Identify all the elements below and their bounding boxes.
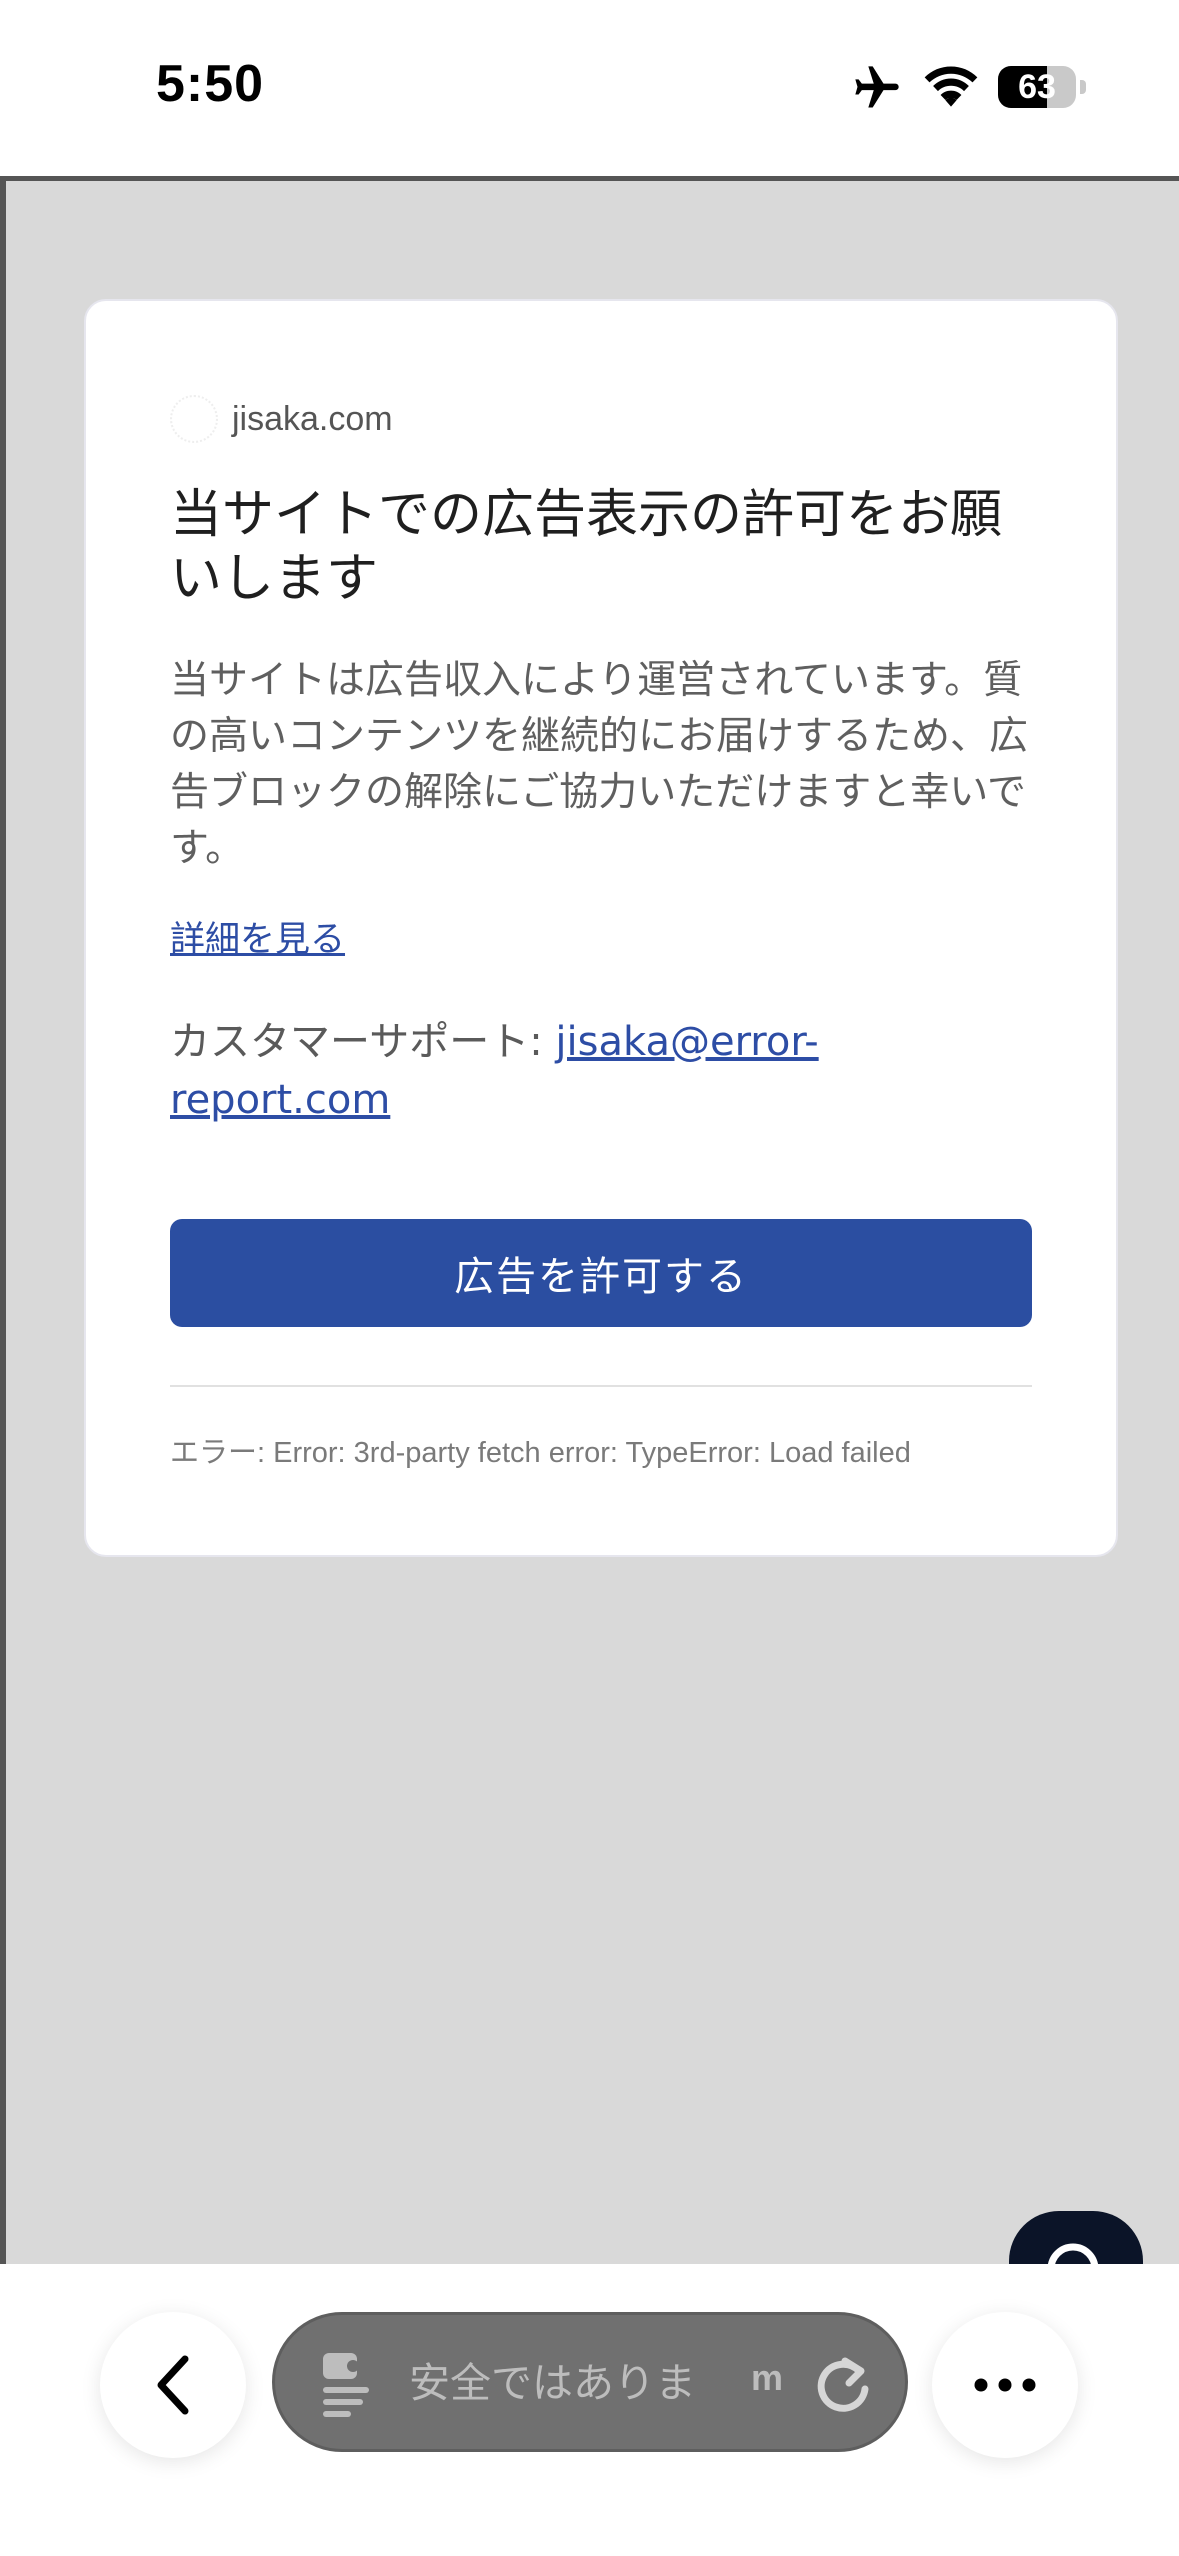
adblock-dialog: jisaka.com 当サイトでの広告表示の許可をお願いします 当サイトは広告収… bbox=[84, 299, 1118, 1557]
reader-icon bbox=[323, 2353, 369, 2417]
divider bbox=[170, 1385, 1032, 1387]
support-label: カスタマーサポート: bbox=[170, 1019, 556, 1065]
status-bar: 5:50 63 bbox=[0, 0, 1179, 176]
more-icon bbox=[974, 2378, 1036, 2392]
battery-cap bbox=[1080, 80, 1086, 94]
dialog-title: 当サイトでの広告表示の許可をお願いします bbox=[170, 485, 1003, 609]
reload-icon[interactable] bbox=[815, 2353, 875, 2417]
status-icons: 63 bbox=[850, 60, 1090, 116]
battery-icon: 63 bbox=[998, 66, 1076, 108]
site-header: jisaka.com bbox=[170, 393, 393, 445]
more-button[interactable] bbox=[932, 2312, 1078, 2458]
back-chevron-icon bbox=[157, 2355, 189, 2415]
status-time: 5:50 bbox=[156, 55, 265, 113]
address-bar[interactable]: 安全ではありま m bbox=[272, 2312, 908, 2452]
site-favicon-icon bbox=[170, 395, 218, 443]
airplane-icon bbox=[855, 66, 899, 108]
allow-ads-button[interactable]: 広告を許可する bbox=[170, 1219, 1032, 1327]
dialog-body: 当サイトは広告収入により運営されています。質の高いコンテンツを継続的にお届けする… bbox=[170, 658, 1029, 871]
back-button[interactable] bbox=[100, 2312, 246, 2458]
support-line: カスタマーサポート: jisaka@error-report.com bbox=[170, 1013, 930, 1129]
web-viewport: jisaka.com 当サイトでの広告表示の許可をお願いします 当サイトは広告収… bbox=[0, 176, 1179, 2311]
address-tail: m bbox=[751, 2357, 784, 2398]
error-message: エラー: Error: 3rd-party fetch error: TypeE… bbox=[170, 1437, 911, 1469]
details-link[interactable]: 詳細を見る bbox=[170, 911, 345, 962]
address-text: 安全ではありま bbox=[409, 2359, 696, 2407]
site-domain: jisaka.com bbox=[232, 399, 393, 438]
wifi-icon bbox=[924, 66, 978, 107]
browser-toolbar: 安全ではありま m bbox=[0, 2264, 1179, 2556]
battery-level: 63 bbox=[1018, 67, 1056, 106]
